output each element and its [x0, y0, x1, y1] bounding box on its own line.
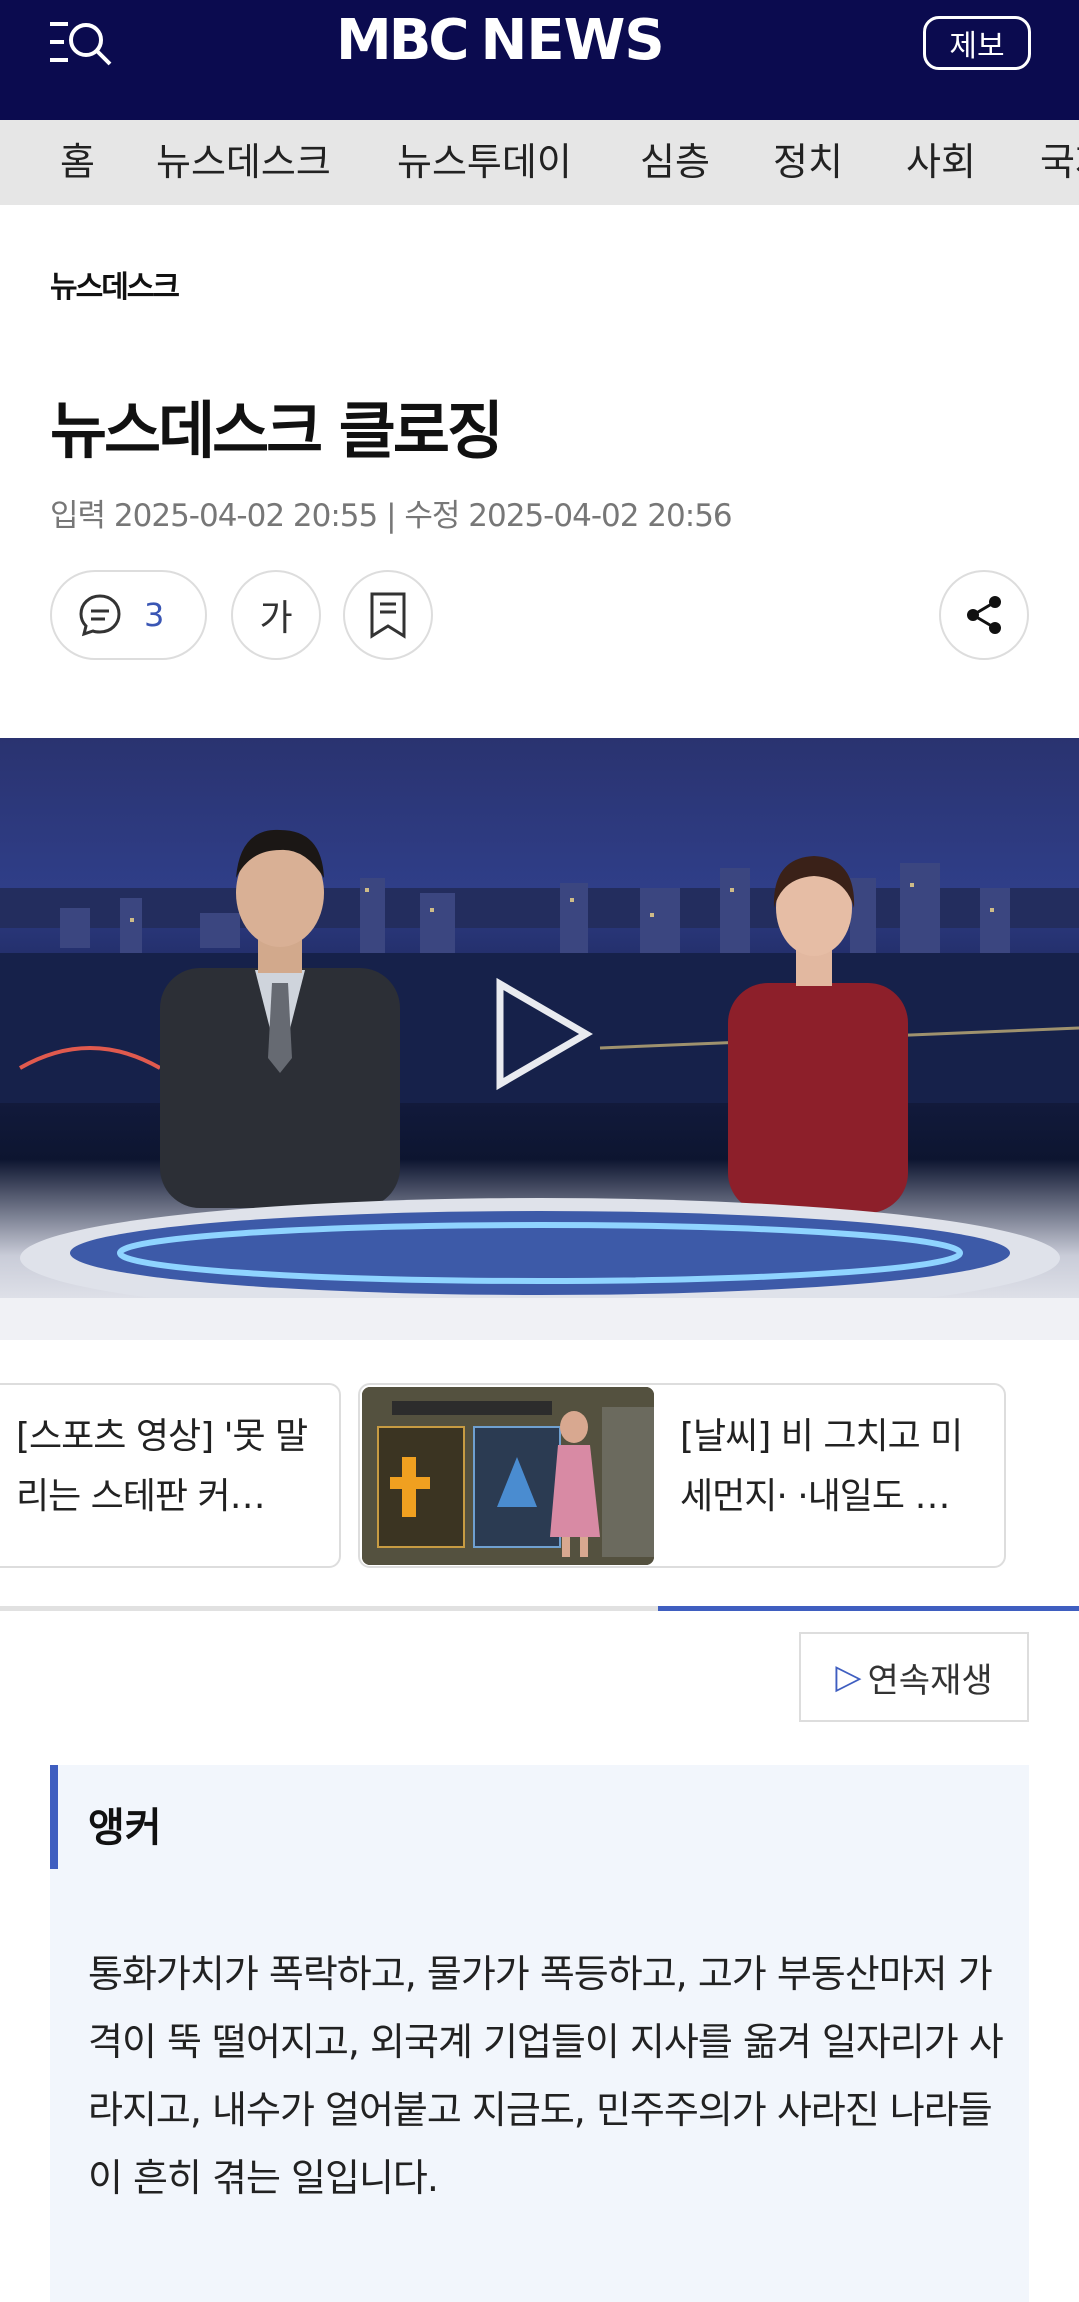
article-title: 뉴스데스크 클로징	[50, 394, 504, 467]
menu-search-icon[interactable]	[46, 16, 118, 68]
transcript-text: 통화가치가 폭락하고, 물가가 폭등하고, 고가 부동산마저 가격이 뚝 떨어지…	[88, 1952, 1004, 2200]
transcript-accent-bar	[50, 1765, 58, 1869]
related-video-thumbnail	[362, 1387, 654, 1565]
related-video-card[interactable]: [날씨] 비 그치고 미세먼지· ·내일도 …	[358, 1383, 1006, 1568]
section-label[interactable]: 뉴스데스크	[50, 262, 180, 306]
share-button[interactable]	[939, 570, 1029, 660]
autoplay-button[interactable]: ▷ 연속재생	[799, 1632, 1029, 1722]
nav-item-politics[interactable]: 정치	[773, 120, 843, 205]
article-dateline: 입력 2025-04-02 20:55 | 수정 2025-04-02 20:5…	[50, 498, 733, 534]
related-video-title: [스포츠 영상] '못 말리는 스테판 커…	[16, 1416, 308, 1517]
speaker-label: 앵커	[88, 1805, 162, 1851]
play-triangle-icon: ▷	[835, 1657, 862, 1697]
logo-news: NEWS	[480, 8, 665, 73]
nav-item-newsdesk[interactable]: 뉴스데스크	[156, 120, 331, 205]
bookmark-button[interactable]	[343, 570, 433, 660]
share-icon	[967, 596, 1001, 634]
mbc-news-logo[interactable]: MBC NEWS	[336, 6, 665, 76]
video-player[interactable]	[0, 738, 1079, 1340]
related-video-card[interactable]: [스포츠 영상] '못 말리는 스테판 커…	[0, 1383, 341, 1568]
logo-mbc: MBC	[336, 8, 470, 73]
category-nav: 홈 뉴스데스크 뉴스투데이 심층 정치 사회 국제	[0, 120, 1079, 205]
font-size-button[interactable]: 가	[231, 570, 321, 660]
comment-icon	[79, 594, 121, 637]
comment-button[interactable]: 3	[50, 570, 207, 660]
nav-item-home[interactable]: 홈	[60, 120, 95, 205]
carousel-progress-fill	[658, 1606, 1079, 1611]
related-video-title: [날씨] 비 그치고 미세먼지· ·내일도 …	[680, 1416, 963, 1517]
transcript-box: 앵커 통화가치가 폭락하고, 물가가 폭등하고, 고가 부동산마저 가격이 뚝 …	[50, 1765, 1029, 2302]
autoplay-label: 연속재생	[867, 1660, 993, 1701]
comment-count: 3	[144, 596, 165, 634]
nav-item-society[interactable]: 사회	[906, 120, 976, 205]
tip-button[interactable]: 제보	[923, 16, 1031, 70]
nav-item-international[interactable]: 국제	[1040, 120, 1079, 205]
nav-item-indepth[interactable]: 심층	[640, 120, 710, 205]
app-header: MBC NEWS 제보	[0, 0, 1079, 120]
video-thumbnail	[0, 829, 1079, 1340]
bookmark-icon	[370, 592, 406, 639]
nav-item-newstoday[interactable]: 뉴스투데이	[397, 120, 572, 205]
